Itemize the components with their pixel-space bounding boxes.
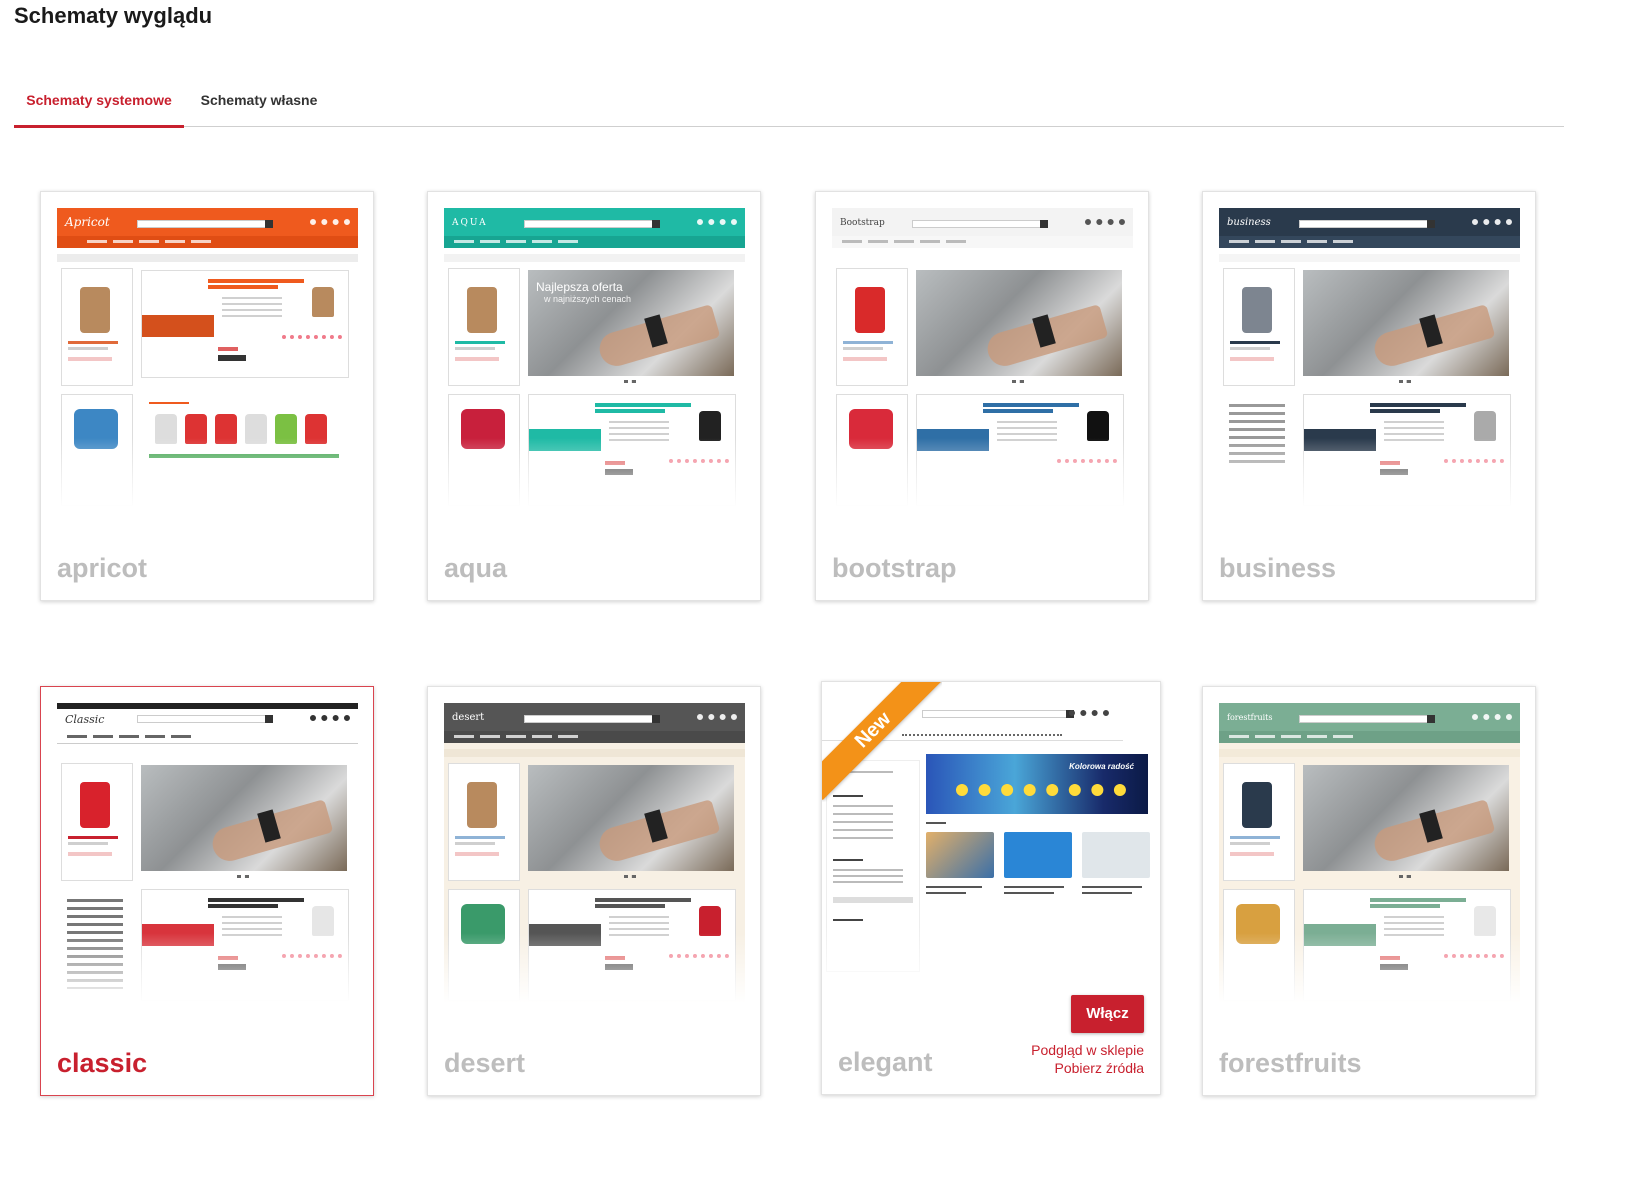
thumbnail-logo: Apricot	[65, 215, 110, 229]
theme-name: bootstrap	[832, 553, 957, 583]
theme-name: desert	[444, 1048, 526, 1078]
hero-banner: Kolorowa radość	[926, 754, 1148, 814]
theme-thumbnail: Classic	[57, 703, 358, 1003]
theme-card-business[interactable]: business business	[1202, 191, 1536, 601]
theme-card-forestfruits[interactable]: forestfruits forestfruits	[1202, 686, 1536, 1096]
tab-bar: Schematy systemowe Schematy własne	[14, 80, 1564, 128]
theme-card-desert[interactable]: desert desert	[427, 686, 761, 1096]
banner-subheading: w najniższych cenach	[544, 294, 632, 304]
tab-system-schemes[interactable]: Schematy systemowe	[14, 80, 184, 128]
theme-thumbnail: Bootstrap	[832, 208, 1133, 508]
theme-card-aqua[interactable]: AQUA Najlepsza oferta w najniższych cena…	[427, 191, 761, 601]
enable-theme-button[interactable]: Włącz	[1071, 995, 1144, 1033]
thumbnail-logo: AQUA	[452, 218, 488, 228]
preview-in-store-link[interactable]: Podgląd w sklepie	[1031, 1042, 1144, 1058]
banner-image: Najlepsza oferta w najniższych cenach	[528, 270, 734, 376]
new-badge: New	[822, 682, 942, 802]
hero-text: Kolorowa radość	[1069, 762, 1134, 771]
thumbnail-logo: forestfruits	[1227, 713, 1273, 722]
theme-name: elegant	[838, 1047, 933, 1077]
theme-thumbnail: business	[1219, 208, 1520, 508]
thumbnail-logo: Classic	[65, 713, 105, 726]
tab-custom-schemes[interactable]: Schematy własne	[200, 80, 318, 125]
thumbnail-logo: desert	[452, 712, 485, 723]
theme-name: aqua	[444, 553, 508, 583]
theme-thumbnail: forestfruits	[1219, 703, 1520, 1003]
theme-thumbnail: AQUA Najlepsza oferta w najniższych cena…	[444, 208, 745, 508]
thumbnail-logo: business	[1227, 217, 1271, 228]
theme-card-classic[interactable]: Classic classic	[40, 686, 374, 1096]
theme-thumbnail: desert	[444, 703, 745, 1003]
theme-name: apricot	[57, 553, 148, 583]
theme-thumbnail: Apricot	[57, 208, 358, 508]
theme-name: business	[1219, 553, 1337, 583]
download-sources-link[interactable]: Pobierz źródła	[1055, 1060, 1145, 1076]
theme-name: forestfruits	[1219, 1048, 1362, 1078]
banner-heading: Najlepsza oferta	[536, 280, 623, 294]
theme-card-bootstrap[interactable]: Bootstrap bootstrap	[815, 191, 1149, 601]
theme-name: classic	[57, 1048, 148, 1078]
theme-card-apricot[interactable]: Apricot apricot	[40, 191, 374, 601]
page-title: Schematy wyglądu	[14, 3, 213, 28]
theme-card-elegant[interactable]: Kolorowa radość New elegant Włącz Podglą…	[821, 681, 1161, 1095]
thumbnail-logo: Bootstrap	[840, 218, 885, 228]
